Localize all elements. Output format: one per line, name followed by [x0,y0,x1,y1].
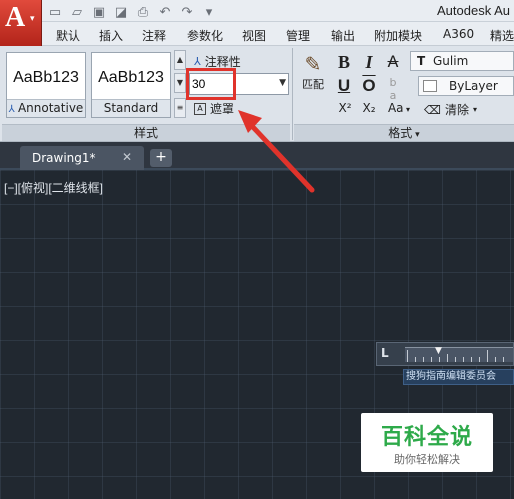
style-panel-title[interactable]: 样式 [2,124,290,141]
mask-label: 遮罩 [210,102,235,116]
italic-button[interactable]: I [362,52,376,73]
chevron-down-icon: ▾ [472,105,477,114]
application-menu-button[interactable]: A ▾ [0,0,42,46]
tab-a360[interactable]: A360 [443,27,474,41]
ruler-tick [407,350,408,362]
style-annotative[interactable]: AaBb123 ⅄ Annotative [6,52,86,118]
window-title: Autodesk Au [437,3,510,18]
tab-insert[interactable]: 插入 [99,27,123,44]
mtext-editor-content[interactable]: 搜狗指南编辑委员会 [403,369,514,385]
tab-view[interactable]: 视图 [242,27,266,44]
highlight-box [186,68,236,100]
underline-button[interactable]: U [336,76,352,96]
ruler-icon: L [381,346,389,360]
new-icon[interactable]: ▭ [46,4,64,20]
quick-access-toolbar: ▭ ▱ ▣ ◪ ⎙ ↶ ↷ ▾ [46,3,218,21]
ruler-tick [415,357,416,362]
clear-button[interactable]: ⌫ 清除 ▾ [424,101,477,118]
gallery-up-button[interactable]: ▲ [174,50,186,70]
ruler-tick [463,357,464,362]
document-tab-bar: Drawing1* ✕ + [0,142,514,170]
title-bar: ▭ ▱ ▣ ◪ ⎙ ↶ ↷ ▾ Autodesk Au [0,0,514,22]
redo-icon[interactable]: ↷ [178,4,196,20]
chevron-down-icon: ▾ [403,105,411,114]
close-icon[interactable]: ✕ [122,150,132,164]
ribbon-tab-bar: 默认 插入 注释 参数化 视图 管理 输出 附加模块 A360 精选 [42,22,514,46]
chevron-down-icon: ▾ [30,14,35,24]
chevron-down-icon[interactable]: ▼ [279,78,286,88]
mask-button[interactable]: A 遮罩 [194,100,234,117]
new-tab-button[interactable]: + [150,149,172,167]
panel-divider [292,48,293,140]
gallery-expand-button[interactable]: ≡ [174,98,186,118]
format-panel-title[interactable]: 格式 ▾ [294,124,514,141]
bold-button[interactable]: B [336,52,352,73]
undo-icon[interactable]: ↶ [156,4,174,20]
eraser-icon: ⌫ [424,102,441,117]
annotative-icon: ⅄ [8,104,18,115]
truetype-icon: T [417,54,426,68]
tab-annotate[interactable]: 注释 [142,27,166,44]
ruler-tick [495,357,496,362]
chevron-down-icon: ▾ [412,130,420,140]
save-icon[interactable]: ▣ [90,4,108,20]
font-select[interactable]: T Gulim [410,51,514,71]
text-editor-ruler[interactable]: L ▼ [376,342,514,366]
match-label: 匹配 [302,78,324,91]
watermark-title: 百科全说 [380,425,473,450]
tab-featured[interactable]: 精选 [490,27,514,44]
gallery-down-button[interactable]: ▼ [174,73,186,93]
strikethrough-button[interactable]: A [386,52,400,71]
case-button[interactable]: b a [386,76,400,102]
autocad-logo-icon: A [5,2,26,33]
viewport-controls[interactable]: [−][俯视][二维线框] [4,179,103,196]
ruler-tick [455,357,456,362]
brush-icon: ✎ [304,52,322,76]
tab-addins[interactable]: 附加模块 [374,27,422,44]
subscript-button[interactable]: X₂ [360,101,378,115]
tab-manage[interactable]: 管理 [286,27,310,44]
watermark-subtitle: 助你轻松解决 [394,453,460,466]
overline-button[interactable]: O [362,76,376,96]
ruler-tick [487,350,488,362]
mask-icon: A [194,102,206,115]
ruler-tick [439,357,440,362]
style-preview: AaBb123 [13,69,79,86]
save-as-icon[interactable]: ◪ [112,4,130,20]
annotative-icon: ⅄ [194,55,201,68]
ruler-tick [479,357,480,362]
tab-drawing1[interactable]: Drawing1* ✕ [20,146,144,170]
ruler-tick [503,357,504,362]
superscript-button[interactable]: X² [336,101,354,115]
style-preview: AaBb123 [98,69,164,86]
ruler-tick [447,354,448,362]
ruler-tick [431,357,432,362]
ruler-track[interactable]: ▼ [405,346,513,362]
match-button[interactable]: ✎ 匹配 [298,52,328,92]
tab-parametric[interactable]: 参数化 [187,27,223,44]
color-select[interactable]: ByLayer [418,76,514,96]
tab-default[interactable]: 默认 [56,27,80,44]
tab-output[interactable]: 输出 [331,27,355,44]
print-icon[interactable]: ⎙ [134,4,152,20]
open-icon[interactable]: ▱ [68,4,86,20]
tab-label: Drawing1* [32,151,96,165]
ruler-tick [423,357,424,362]
style-name: ⅄ Annotative [7,99,85,117]
style-standard[interactable]: AaBb123 Standard [91,52,171,118]
drawing-canvas[interactable]: [−][俯视][二维线框] L ▼ 搜狗指南编辑委员会 百科全说 助你轻松解决 [0,170,514,499]
style-name: Standard [92,99,170,117]
ruler-tick [471,357,472,362]
indent-marker-icon[interactable]: ▼ [435,346,442,356]
customize-icon[interactable]: ▾ [200,4,218,20]
change-case-dropdown[interactable]: Aa ▾ [386,101,412,115]
watermark-logo: 百科全说 助你轻松解决 [361,413,493,472]
color-swatch [423,80,437,92]
